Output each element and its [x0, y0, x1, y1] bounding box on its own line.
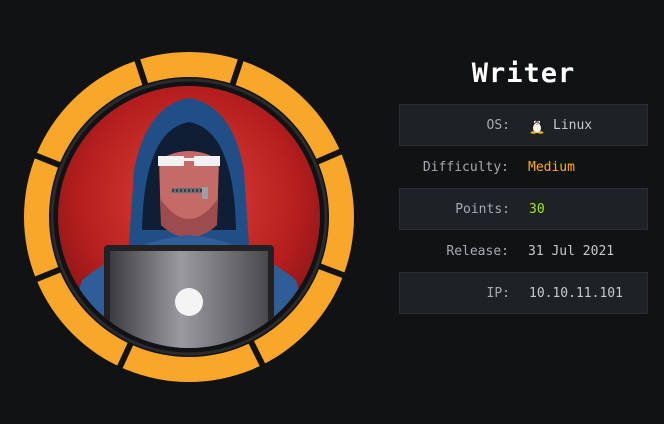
machine-avatar-badge: [22, 50, 356, 384]
difficulty-row: Difficulty: Medium: [399, 146, 648, 188]
difficulty-value: Medium: [528, 159, 575, 175]
hacker-illustration: [58, 86, 320, 348]
machine-name: Writer: [471, 58, 576, 89]
ip-value: 10.10.11.101: [529, 285, 623, 301]
points-row: Points: 30: [399, 188, 648, 230]
tux-linux-icon: [530, 119, 544, 134]
machine-info-table: OS: Linux Difficulty: Medium Points: 30 …: [399, 104, 648, 314]
release-row: Release: 31 Jul 2021: [399, 230, 648, 272]
points-label: Points:: [455, 201, 510, 217]
release-label: Release:: [446, 243, 509, 259]
release-value: 31 Jul 2021: [528, 243, 615, 259]
os-label: OS:: [486, 117, 510, 133]
points-value: 30: [529, 201, 545, 217]
os-row: OS: Linux: [399, 104, 648, 146]
os-text: Linux: [553, 117, 593, 133]
ip-label: IP:: [486, 285, 510, 301]
ip-row: IP: 10.10.11.101: [399, 272, 648, 314]
difficulty-label: Difficulty:: [422, 159, 509, 175]
os-value: Linux: [529, 116, 592, 134]
